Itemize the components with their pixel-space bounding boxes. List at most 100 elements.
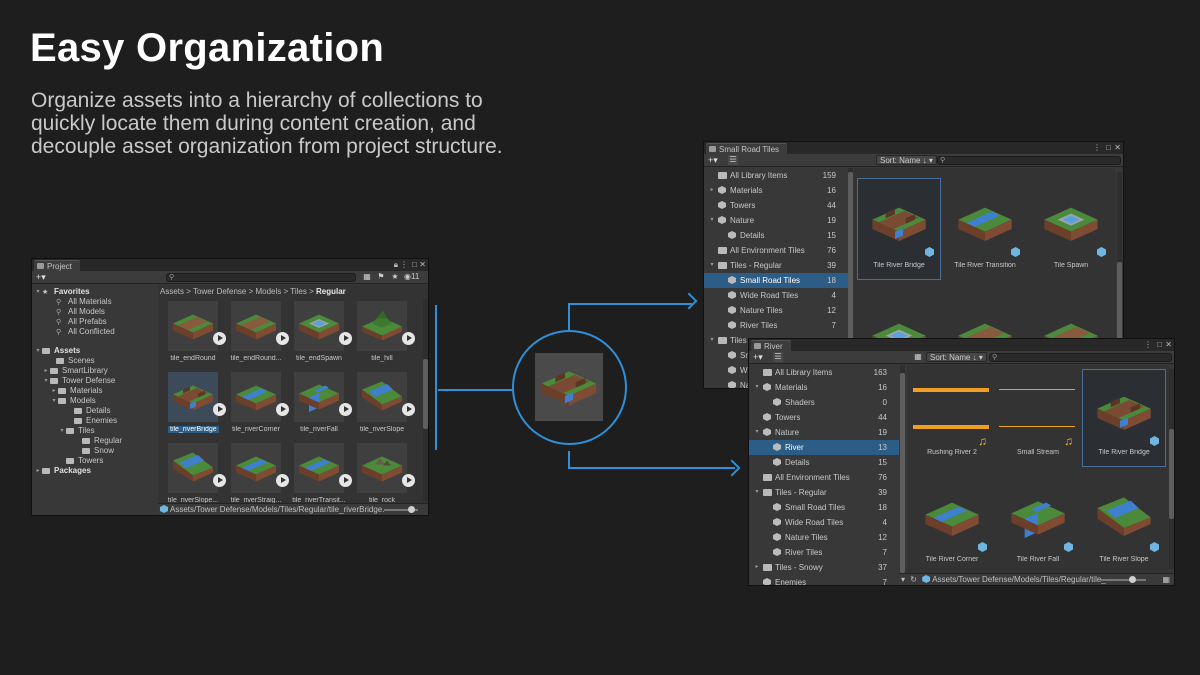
grid-view-icon[interactable]: ▦ bbox=[1162, 574, 1170, 585]
collection-item[interactable]: All Library Items 159 bbox=[704, 168, 848, 183]
collection-item[interactable]: Nature Tiles 12 bbox=[704, 303, 848, 318]
play-preview-icon[interactable] bbox=[213, 332, 226, 345]
asset-tile[interactable]: ♫ Small Stream bbox=[997, 370, 1079, 470]
kebab-menu-icon[interactable]: ⋮ bbox=[400, 259, 408, 271]
asset-tile[interactable]: tile_rock bbox=[357, 443, 415, 503]
asset-tile[interactable]: Tile River Bridge bbox=[1082, 369, 1166, 470]
play-preview-icon[interactable] bbox=[213, 474, 226, 487]
expand-arrow-icon[interactable]: ▾ bbox=[34, 287, 42, 297]
zoom-slider[interactable] bbox=[1101, 576, 1146, 583]
play-preview-icon[interactable] bbox=[276, 474, 289, 487]
asset-tile[interactable]: Tile River Slope bbox=[1083, 480, 1165, 573]
collection-item[interactable]: ▾ Tiles - Regular 39 bbox=[749, 485, 899, 500]
collection-item[interactable]: All Library Items 163 bbox=[749, 365, 899, 380]
breadcrumb-item[interactable]: Tower Defense bbox=[193, 287, 246, 296]
expand-arrow-icon[interactable]: ▾ bbox=[58, 426, 66, 436]
tree-item[interactable]: ▸ Packages bbox=[32, 466, 157, 476]
play-preview-icon[interactable] bbox=[213, 403, 226, 416]
collection-item[interactable]: ▸ Tiles - Snowy 37 bbox=[749, 560, 899, 575]
hidden-packages-icon[interactable]: ◉11 bbox=[404, 272, 428, 282]
play-preview-icon[interactable] bbox=[339, 403, 352, 416]
tree-item[interactable]: Details bbox=[32, 406, 157, 416]
play-preview-icon[interactable] bbox=[402, 474, 415, 487]
collection-item[interactable]: River Tiles 7 bbox=[749, 545, 899, 560]
collection-item[interactable]: ▾ Nature 19 bbox=[704, 213, 848, 228]
expand-arrow-icon[interactable]: ▾ bbox=[42, 376, 50, 386]
breadcrumb-item[interactable]: Tiles bbox=[290, 287, 307, 296]
lock-icon[interactable]: 🔒︎ bbox=[394, 259, 398, 271]
expand-arrow-icon[interactable]: ▸ bbox=[42, 366, 50, 376]
small-road-tab[interactable]: Small Road Tiles bbox=[706, 143, 788, 154]
list-view-icon[interactable]: ☰ bbox=[773, 352, 783, 362]
asset-tile[interactable]: tile_endRound... bbox=[231, 301, 289, 367]
collection-item[interactable]: Details 15 bbox=[749, 455, 899, 470]
collection-item[interactable]: ▾ Tiles - Regular 39 bbox=[704, 258, 848, 273]
collection-item[interactable]: River Tiles 7 bbox=[704, 318, 848, 333]
collection-item[interactable]: Small Road Tiles 18 bbox=[749, 500, 899, 515]
expand-arrow-icon[interactable]: ▸ bbox=[50, 386, 58, 396]
expand-arrow-icon[interactable]: ▾ bbox=[753, 485, 761, 500]
collection-item[interactable]: All Environment Tiles 76 bbox=[704, 243, 848, 258]
small-road-search-input[interactable]: ⚲ bbox=[937, 156, 1121, 165]
tree-item[interactable]: ⚲ All Conflicted bbox=[32, 327, 157, 337]
asset-tile[interactable]: tile_riverBridge bbox=[168, 372, 226, 438]
expand-arrow-icon[interactable]: ▾ bbox=[753, 425, 761, 440]
breadcrumb-item[interactable]: Assets bbox=[160, 287, 184, 296]
play-preview-icon[interactable] bbox=[339, 332, 352, 345]
asset-tile[interactable]: tile_riverSlope bbox=[357, 372, 415, 438]
tree-item[interactable]: ⚲ All Prefabs bbox=[32, 317, 157, 327]
asset-tile[interactable]: tile_hill bbox=[357, 301, 415, 367]
collection-item[interactable]: River 13 bbox=[749, 440, 899, 455]
collection-item[interactable]: ▸ Materials 16 bbox=[704, 183, 848, 198]
expand-arrow-icon[interactable]: ▾ bbox=[50, 396, 58, 406]
tree-item[interactable]: Towers bbox=[32, 456, 157, 466]
close-icon[interactable]: ✕ bbox=[1165, 339, 1172, 351]
maximize-icon[interactable]: □ bbox=[412, 259, 417, 271]
tree-item[interactable]: ▸ Materials bbox=[32, 386, 157, 396]
expand-arrow-icon[interactable]: ▸ bbox=[708, 183, 716, 198]
collection-item[interactable]: Enemies 7 bbox=[749, 575, 899, 585]
play-preview-icon[interactable] bbox=[402, 403, 415, 416]
tree-item[interactable]: ▾ Tower Defense bbox=[32, 376, 157, 386]
asset-tile[interactable]: tile_endSpawn bbox=[294, 301, 352, 367]
dropdown-arrow-icon[interactable]: ▾ bbox=[901, 575, 905, 584]
play-preview-icon[interactable] bbox=[276, 403, 289, 416]
asset-tile[interactable]: tile_riverTransit... bbox=[292, 443, 352, 503]
close-icon[interactable]: ✕ bbox=[419, 259, 426, 271]
tree-item[interactable]: ▸ SmartLibrary bbox=[32, 366, 157, 376]
tree-item[interactable]: ▾ ★ Favorites bbox=[32, 287, 157, 297]
play-preview-icon[interactable] bbox=[402, 332, 415, 345]
expand-arrow-icon[interactable]: ▾ bbox=[708, 333, 716, 348]
asset-tile[interactable]: tile_riverCorner bbox=[231, 372, 289, 438]
river-search-input[interactable]: ⚲ bbox=[989, 353, 1172, 362]
asset-tile[interactable]: Tile River Transition bbox=[944, 179, 1026, 279]
add-button[interactable]: +▾ bbox=[708, 155, 718, 165]
asset-tile[interactable]: Tile River Fall bbox=[997, 480, 1079, 573]
kebab-menu-icon[interactable]: ⋮ bbox=[1093, 142, 1101, 154]
tree-item[interactable]: ▾ Models bbox=[32, 396, 157, 406]
collection-item[interactable]: All Environment Tiles 76 bbox=[749, 470, 899, 485]
favorite-star-icon[interactable]: ★ bbox=[390, 272, 400, 282]
collection-item[interactable]: Wide Road Tiles 4 bbox=[749, 515, 899, 530]
asset-tile[interactable]: Tile River Corner bbox=[911, 480, 993, 573]
play-preview-icon[interactable] bbox=[276, 332, 289, 345]
add-button[interactable]: +▾ bbox=[753, 352, 763, 362]
library-filter-icon[interactable]: ▦ bbox=[913, 352, 923, 362]
list-view-icon[interactable]: ☰ bbox=[728, 155, 738, 165]
asset-tile[interactable]: Tile River Bridge bbox=[857, 178, 941, 280]
refresh-icon[interactable]: ↻ bbox=[910, 575, 917, 584]
river-grid-scrollbar[interactable] bbox=[1169, 369, 1174, 569]
collection-item[interactable]: ▾ Materials 16 bbox=[749, 380, 899, 395]
maximize-icon[interactable]: □ bbox=[1106, 142, 1111, 154]
tree-item[interactable]: Scenes bbox=[32, 356, 157, 366]
expand-arrow-icon[interactable]: ▾ bbox=[34, 346, 42, 356]
close-icon[interactable]: ✕ bbox=[1114, 142, 1121, 154]
tree-item[interactable]: Snow bbox=[32, 446, 157, 456]
tree-item[interactable]: ⚲ All Materials bbox=[32, 297, 157, 307]
collection-item[interactable]: Wide Road Tiles 4 bbox=[704, 288, 848, 303]
expand-arrow-icon[interactable]: ▸ bbox=[753, 560, 761, 575]
sort-dropdown[interactable]: Sort: Name ↓ ▾ bbox=[926, 352, 987, 362]
asset-tile[interactable]: tile_endRound bbox=[168, 301, 226, 367]
expand-arrow-icon[interactable]: ▾ bbox=[708, 258, 716, 273]
collection-item[interactable]: Towers 44 bbox=[704, 198, 848, 213]
